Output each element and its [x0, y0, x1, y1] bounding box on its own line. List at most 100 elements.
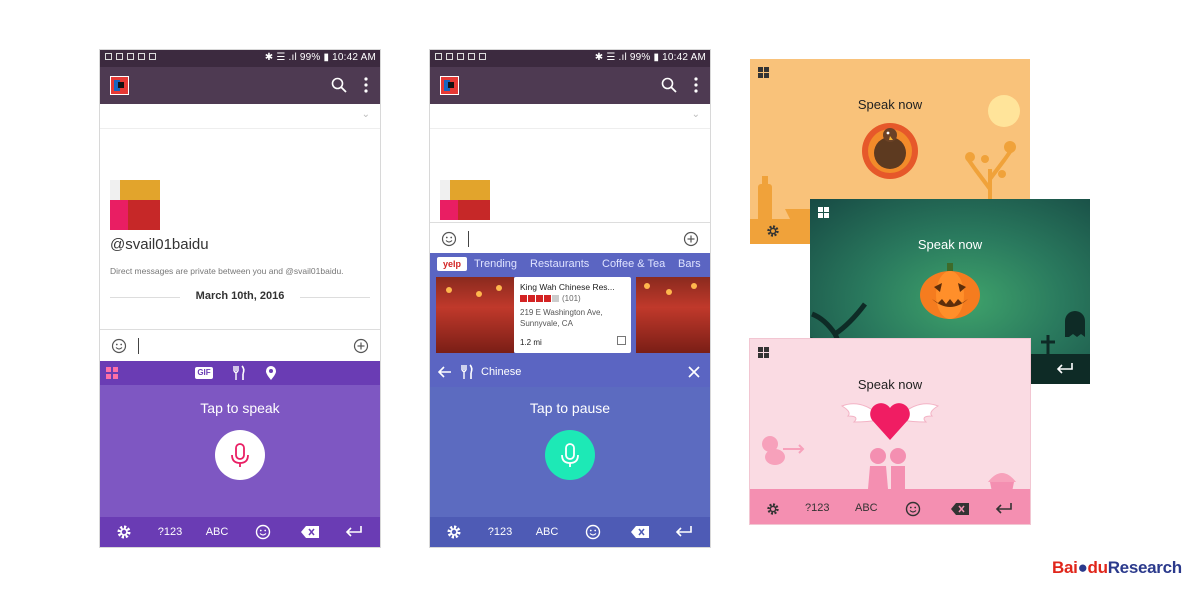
apps-grid-icon[interactable]	[106, 367, 118, 379]
restaurant-photo[interactable]	[436, 277, 514, 353]
enter-icon[interactable]	[995, 503, 1013, 515]
apps-grid-icon[interactable]	[758, 67, 769, 78]
settings-gear-icon[interactable]	[116, 524, 132, 540]
theme-panel-valentine: Speak now ?123 ABC	[750, 339, 1030, 524]
add-icon[interactable]	[683, 231, 699, 247]
yelp-logo: yelp	[437, 257, 467, 271]
mic-button[interactable]	[215, 430, 265, 480]
turkey-mic-icon[interactable]	[855, 121, 925, 181]
speak-now-label: Speak now	[917, 237, 983, 252]
abc-key[interactable]: ABC	[202, 517, 232, 547]
phone-screen-1: ✱ ☰ .ıl 99% ▮ 10:42 AM ⌄ @svail01baidu D…	[100, 50, 380, 547]
more-vert-icon[interactable]	[362, 76, 370, 94]
chevron-down-icon: ⌄	[361, 109, 370, 120]
mic-icon	[231, 443, 249, 467]
review-count: (101)	[562, 294, 581, 303]
app-logo-icon	[440, 76, 459, 95]
speak-now-label: Speak now	[857, 377, 923, 392]
date-divider: March 10th, 2016	[110, 290, 370, 304]
mic-icon	[561, 443, 579, 467]
status-bar: ✱ ☰ .ıl 99% ▮ 10:42 AM	[100, 50, 380, 67]
more-vert-icon[interactable]	[692, 76, 700, 94]
app-logo-icon	[110, 76, 129, 95]
distance: 1.2 mi	[520, 338, 542, 347]
message-input-bar[interactable]	[100, 329, 380, 362]
backspace-icon[interactable]	[301, 526, 319, 538]
date-label: March 10th, 2016	[195, 290, 285, 302]
address-line-1: 219 E Washington Ave,	[520, 308, 603, 317]
keyboard-bottom-row: ?123 ABC	[100, 517, 380, 547]
location-icon[interactable]	[265, 365, 277, 381]
paw-icon: ●	[1077, 558, 1088, 577]
settings-gear-icon[interactable]	[446, 524, 462, 540]
restaurant-carousel: King Wah Chinese Res... (101) 219 E Wash…	[430, 275, 710, 357]
app-bar	[430, 67, 710, 104]
message-input-bar[interactable]	[430, 222, 710, 253]
avatar	[110, 180, 160, 230]
cupid-illustration	[762, 436, 805, 465]
status-right: ✱ ☰ .ıl 99% ▮ 10:42 AM	[594, 52, 706, 63]
address-line-2: Sunnyvale, CA	[520, 319, 573, 328]
numbers-key[interactable]: ?123	[154, 517, 186, 547]
enter-icon[interactable]	[675, 526, 693, 538]
settings-gear-icon[interactable]	[766, 502, 780, 516]
conversation-dropdown[interactable]: ⌄	[100, 104, 380, 129]
abc-key[interactable]: ABC	[855, 502, 878, 514]
tab-coffee-tea[interactable]: Coffee & Tea	[602, 258, 665, 270]
voice-panel: Tap to speak	[100, 385, 380, 517]
food-icon[interactable]	[231, 365, 247, 381]
baidu-research-logo: Bai●duResearch	[1052, 558, 1182, 577]
category-header: Chinese	[430, 357, 710, 387]
emoji-key-icon[interactable]	[255, 524, 271, 540]
notification-icons	[105, 53, 156, 60]
emoji-key-icon[interactable]	[585, 524, 601, 540]
emoji-key-icon[interactable]	[905, 501, 921, 517]
avatar	[440, 180, 490, 220]
back-arrow-icon[interactable]	[438, 365, 452, 379]
winged-heart-mic-icon[interactable]	[840, 394, 940, 444]
dm-privacy-note: Direct messages are private between you …	[110, 266, 344, 276]
conversation-dropdown[interactable]: ⌄	[430, 104, 710, 129]
tap-to-speak-label: Tap to speak	[200, 400, 280, 416]
mic-button[interactable]	[545, 430, 595, 480]
enter-icon[interactable]	[345, 526, 363, 538]
open-external-icon[interactable]	[617, 336, 626, 345]
ghost-illustration	[1065, 311, 1085, 337]
rating-stars	[520, 295, 559, 302]
close-icon[interactable]	[688, 366, 700, 378]
status-right: ✱ ☰ .ıl 99% ▮ 10:42 AM	[264, 52, 376, 63]
pumpkin-mic-icon[interactable]	[918, 261, 982, 321]
notification-icons	[435, 53, 486, 60]
abc-key[interactable]: ABC	[532, 517, 562, 547]
keyboard-bottom-row: ?123 ABC	[750, 494, 1030, 524]
numbers-key[interactable]: ?123	[484, 517, 516, 547]
tab-restaurants[interactable]: Restaurants	[530, 258, 589, 270]
settings-tab[interactable]	[750, 219, 810, 244]
apps-grid-icon[interactable]	[818, 207, 829, 218]
gif-button[interactable]: GIF	[195, 367, 213, 379]
add-icon[interactable]	[353, 338, 369, 354]
chevron-down-icon: ⌄	[691, 109, 700, 120]
search-icon[interactable]	[330, 76, 348, 94]
username: @svail01baidu	[110, 236, 209, 253]
keyboard-bottom-row: ?123 ABC	[430, 517, 710, 547]
restaurant-card[interactable]: King Wah Chinese Res... (101) 219 E Wash…	[514, 277, 631, 353]
restaurant-photo-next[interactable]	[636, 277, 710, 353]
settings-gear-icon[interactable]	[766, 224, 780, 238]
keyboard-toolbar: GIF	[100, 361, 380, 385]
tab-trending[interactable]: Trending	[474, 258, 517, 270]
search-icon[interactable]	[660, 76, 678, 94]
tab-bars[interactable]: Bars	[678, 258, 701, 270]
food-icon	[461, 364, 473, 379]
numbers-key[interactable]: ?123	[805, 502, 829, 514]
restaurant-name: King Wah Chinese Res...	[520, 282, 615, 292]
tap-to-pause-label: Tap to pause	[529, 400, 611, 416]
backspace-icon[interactable]	[951, 503, 969, 515]
apps-grid-icon[interactable]	[758, 347, 769, 358]
text-cursor	[138, 338, 139, 354]
emoji-icon[interactable]	[441, 231, 457, 247]
backspace-icon[interactable]	[631, 526, 649, 538]
emoji-icon[interactable]	[111, 338, 127, 354]
voice-panel: Tap to pause	[430, 387, 710, 517]
enter-icon[interactable]	[1056, 363, 1074, 375]
